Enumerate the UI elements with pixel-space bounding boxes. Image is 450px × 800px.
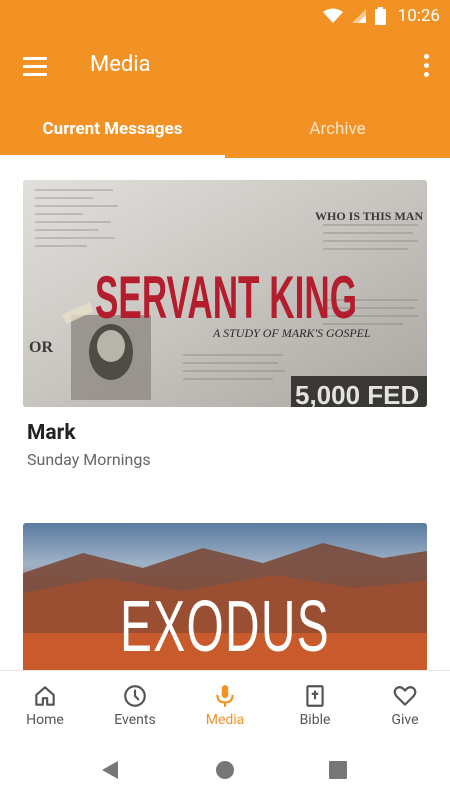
- signal-icon: [351, 9, 366, 23]
- artwork-headline: WHO IS THIS MAN: [315, 209, 423, 223]
- wifi-icon: [322, 8, 343, 23]
- status-bar: 10:26: [0, 0, 450, 32]
- nav-label-media: Media: [205, 712, 245, 728]
- home-icon: [35, 686, 55, 706]
- home-circle-icon[interactable]: [215, 760, 235, 780]
- app-bar: Media: [0, 32, 450, 100]
- battery-icon: [374, 7, 386, 25]
- bottom-navigation: Home Events Media Bible Give: [0, 670, 450, 740]
- system-navigation-bar: [0, 740, 450, 800]
- nav-label-bible: Bible: [299, 712, 331, 728]
- more-vert-icon: [423, 53, 429, 59]
- status-time: 10:26: [397, 6, 440, 26]
- nav-give[interactable]: Give: [360, 671, 450, 740]
- series-subtitle: Sunday Mornings: [27, 450, 151, 469]
- recents-icon[interactable]: [328, 760, 348, 780]
- more-options-button[interactable]: [416, 50, 436, 80]
- tab-bar: Current Messages Archive: [0, 100, 450, 158]
- series-card-exodus[interactable]: EXODUS: [23, 523, 427, 670]
- artwork-tagline: A STUDY OF MARK'S GOSPEL: [212, 326, 371, 340]
- status-icons: 10:26: [322, 4, 440, 28]
- nav-label-home: Home: [26, 712, 64, 728]
- artwork-title-text: EXODUS: [120, 587, 330, 667]
- exodus-artwork: EXODUS: [23, 543, 427, 670]
- nav-bible[interactable]: Bible: [270, 671, 360, 740]
- tab-current-messages[interactable]: Current Messages: [0, 100, 225, 158]
- page-title: Media: [90, 52, 151, 77]
- series-title: Mark: [27, 421, 76, 445]
- back-icon[interactable]: [100, 760, 120, 780]
- nav-label-give: Give: [391, 712, 419, 728]
- servant-king-artwork: OR WHO IS THIS MAN SERVANT KING A STUDY …: [23, 180, 427, 407]
- series-artwork-servant-king[interactable]: OR WHO IS THIS MAN SERVANT KING A STUDY …: [23, 180, 427, 407]
- heart-icon: [393, 686, 417, 706]
- menu-button[interactable]: [14, 46, 56, 86]
- clock-icon: [124, 685, 146, 707]
- artwork-corner-text: 5,000 FED: [295, 380, 419, 407]
- nav-media[interactable]: Media: [180, 671, 270, 740]
- tab-archive[interactable]: Archive: [225, 100, 450, 158]
- nav-label-events: Events: [114, 712, 156, 728]
- bible-icon: [306, 685, 324, 707]
- microphone-icon: [216, 685, 234, 707]
- artwork-edge-text: OR: [29, 339, 53, 356]
- series-card-mark[interactable]: OR WHO IS THIS MAN SERVANT KING A STUDY …: [23, 180, 427, 469]
- artwork-title-text: SERVANT KING: [95, 264, 357, 331]
- series-artwork-exodus[interactable]: EXODUS: [23, 523, 427, 670]
- series-list: OR WHO IS THIS MAN SERVANT KING A STUDY …: [0, 158, 450, 670]
- nav-events[interactable]: Events: [90, 671, 180, 740]
- menu-icon: [23, 56, 47, 60]
- nav-home[interactable]: Home: [0, 671, 90, 740]
